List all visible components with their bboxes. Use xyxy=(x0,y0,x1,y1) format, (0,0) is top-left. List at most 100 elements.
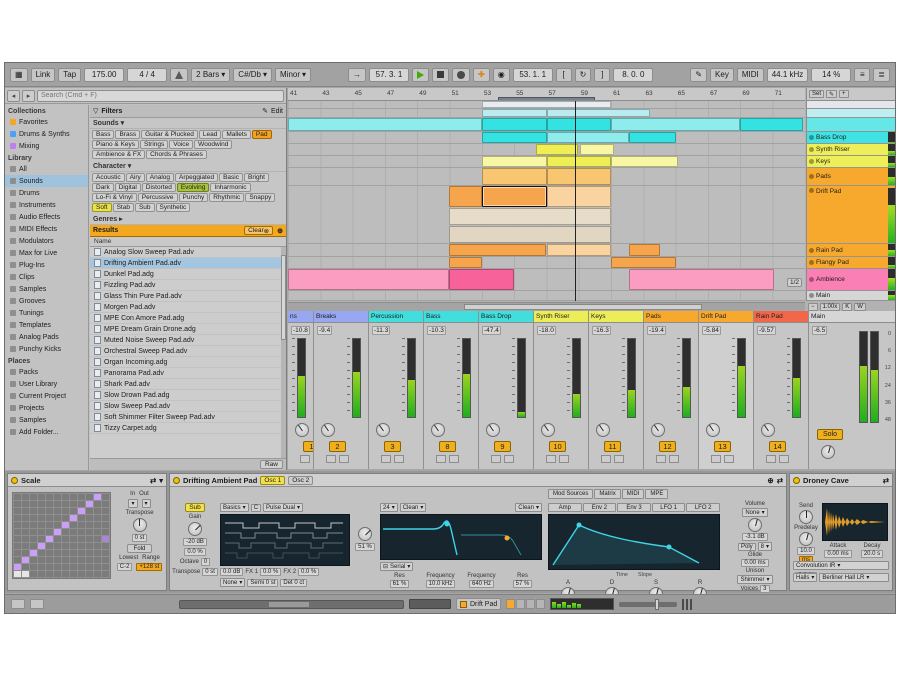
key-scale-menu[interactable]: Minor▾ xyxy=(275,68,311,82)
sidebar-item-library[interactable]: Punchy Kicks xyxy=(5,343,88,355)
filter-tag[interactable]: Acoustic xyxy=(92,173,125,182)
glide-value[interactable]: 0.00 ms xyxy=(741,559,768,567)
clip[interactable] xyxy=(482,156,547,167)
automation-arm-button[interactable]: ◉ xyxy=(493,68,510,82)
sidebar-item-library[interactable]: Grooves xyxy=(5,295,88,307)
mod-tab[interactable]: MIDI xyxy=(622,489,645,499)
track-header[interactable]: Bass Drop xyxy=(807,132,896,144)
clip[interactable] xyxy=(482,168,547,185)
solo-arm-buttons[interactable] xyxy=(491,455,514,463)
clip[interactable] xyxy=(547,132,630,143)
clip[interactable] xyxy=(482,186,547,207)
result-item[interactable]: MPE Dream Grain Drone.adg xyxy=(90,324,286,335)
clip[interactable] xyxy=(288,269,449,290)
preview-volume-slider[interactable] xyxy=(619,602,677,607)
volume-value[interactable]: -3.1 dB xyxy=(742,533,767,541)
filter-tag[interactable]: Dark xyxy=(92,183,114,192)
stop-button[interactable] xyxy=(432,68,449,82)
pan-knob[interactable] xyxy=(486,423,500,437)
quantize-menu[interactable]: 2 Bars▾ xyxy=(191,68,230,82)
predelay-knob[interactable] xyxy=(799,532,813,546)
filter-tag[interactable]: Synthetic xyxy=(156,203,191,212)
clip[interactable] xyxy=(482,101,611,108)
filter-slope-select[interactable]: 24 ▾ xyxy=(380,503,398,512)
edit-icon[interactable]: ✎ xyxy=(262,107,268,115)
clip[interactable] xyxy=(449,208,611,225)
filter-tag[interactable]: Analog xyxy=(146,173,174,182)
raw-button[interactable]: Raw xyxy=(260,460,283,469)
clear-filters-button[interactable]: Clear ⊗ xyxy=(244,226,273,235)
clip[interactable] xyxy=(547,168,612,185)
res2-value[interactable]: 57 % xyxy=(513,580,533,588)
punch-in-button[interactable]: [ xyxy=(556,68,572,82)
filter2-type-select[interactable]: Clean ▾ xyxy=(515,503,542,512)
key-root-menu[interactable]: C#/Db▾ xyxy=(233,68,272,82)
filter-tag[interactable]: Punchy xyxy=(179,193,209,202)
pan-knob[interactable] xyxy=(541,423,555,437)
clip[interactable] xyxy=(547,186,612,207)
result-item[interactable]: Organ Incoming.adg xyxy=(90,357,286,368)
solo-arm-buttons[interactable] xyxy=(766,455,789,463)
mixer-track-title[interactable]: Keys xyxy=(589,311,643,323)
draw-mode-button[interactable]: ✎ xyxy=(690,68,707,82)
filter-tag[interactable]: Stab xyxy=(113,203,134,212)
tone-value[interactable]: 0.0 % xyxy=(184,548,205,556)
pan-knob[interactable] xyxy=(431,423,445,437)
tag-group-header-character[interactable]: Character▾ xyxy=(90,161,286,172)
track-header[interactable]: Ambience xyxy=(807,269,896,291)
time-signature-display[interactable]: 4 / 4 xyxy=(127,68,167,82)
save-preset-icon[interactable]: ⊕ xyxy=(767,476,773,485)
add-filter-icon[interactable]: ⊕ xyxy=(277,227,283,235)
shape-knob[interactable] xyxy=(358,527,372,541)
clip[interactable] xyxy=(449,269,514,290)
sidebar-item-place[interactable]: Samples xyxy=(5,414,88,426)
sidebar-item-library[interactable]: Plug-Ins xyxy=(5,259,88,271)
track-activator[interactable]: 2 xyxy=(329,441,346,452)
pan-knob[interactable] xyxy=(706,423,720,437)
track-activator[interactable]: 3 xyxy=(384,441,401,452)
filter-tag[interactable]: Digital xyxy=(115,183,141,192)
sidebar-item-collection[interactable]: Mixing xyxy=(5,140,88,152)
solo-arm-buttons[interactable] xyxy=(381,455,404,463)
record-button[interactable] xyxy=(452,68,470,82)
clip[interactable] xyxy=(740,118,803,131)
osc-key-select[interactable]: C xyxy=(251,504,261,512)
filter-tag[interactable]: Woodwind xyxy=(194,140,232,149)
plus-icon[interactable]: + xyxy=(839,90,849,98)
device-title-bar[interactable]: Droney Cave ⇄ xyxy=(790,474,892,487)
mixer-track-title[interactable]: Bass xyxy=(424,311,478,323)
peak-value[interactable]: -16.3 xyxy=(592,326,611,335)
result-item[interactable]: Shark Pad.adv xyxy=(90,379,286,390)
sidebar-item-place[interactable]: User Library xyxy=(5,378,88,390)
pan-knob[interactable] xyxy=(321,423,335,437)
solo-arm-buttons[interactable] xyxy=(711,455,734,463)
fx1-value[interactable]: 0.0 % xyxy=(260,568,281,576)
semi-value[interactable]: Semi 0 st xyxy=(247,579,278,587)
clip[interactable] xyxy=(547,118,612,131)
clip-slot-previews[interactable] xyxy=(506,599,545,609)
midi-keyboard-icon[interactable] xyxy=(11,599,25,609)
track-activator[interactable]: 11 xyxy=(604,441,621,452)
lowest-value[interactable]: C-2 xyxy=(117,563,133,571)
solo-button[interactable]: Solo xyxy=(817,429,843,440)
filter-tag[interactable]: Percussive xyxy=(138,193,178,202)
track-header[interactable]: Drift Pad xyxy=(807,186,896,244)
tag-group-header-genres[interactable]: Genres▸ xyxy=(90,214,286,225)
result-item[interactable]: MPE Con Amore Pad.adg xyxy=(90,313,286,324)
transpose-knob[interactable] xyxy=(133,518,147,532)
sidebar-item-library[interactable]: Tunings xyxy=(5,307,88,319)
solo-arm-buttons[interactable] xyxy=(546,455,569,463)
filter-tag[interactable]: Sub xyxy=(135,203,155,212)
overdub-button[interactable]: ✚ xyxy=(473,68,490,82)
filter-tag[interactable]: Pad xyxy=(252,130,272,139)
device-on-icon[interactable] xyxy=(173,477,180,484)
solo-arm-buttons[interactable] xyxy=(436,455,459,463)
live-menu-icon[interactable]: ▦ xyxy=(10,68,28,82)
set-button[interactable]: Set xyxy=(809,90,824,98)
peak-value[interactable]: -9.4 xyxy=(317,326,332,335)
panel-toggle-icon[interactable]: ≡ xyxy=(854,68,870,82)
track-header[interactable] xyxy=(807,118,896,132)
zoom-level[interactable]: 1.00x xyxy=(820,303,841,311)
mixer-track-title[interactable]: Synth Riser xyxy=(534,311,588,323)
mixer-track-title[interactable]: Percussion xyxy=(369,311,423,323)
